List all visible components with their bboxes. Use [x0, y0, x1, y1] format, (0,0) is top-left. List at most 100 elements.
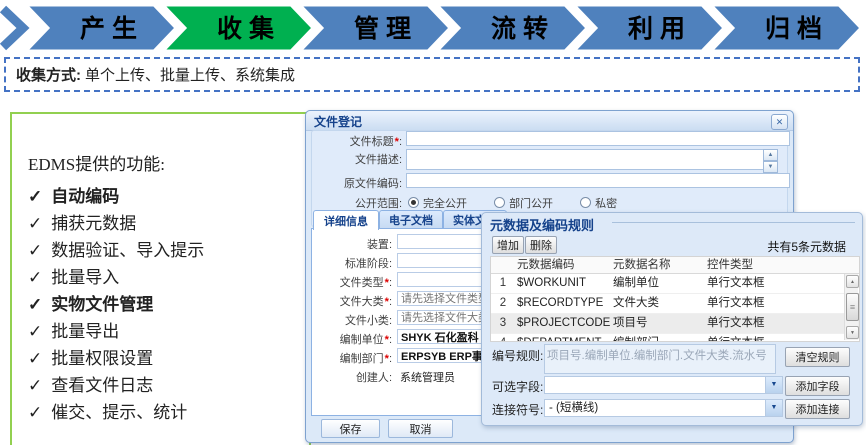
metadata-table: 元数据编码 元数据名称 控件类型 1 $WORKUNIT 编制单位 单行文本框 … [490, 256, 860, 342]
metadata-table-header: 元数据编码 元数据名称 控件类型 [491, 257, 859, 274]
connector-select[interactable]: - (短横线) ▼ [544, 399, 783, 417]
flow-step-label: 流转 [491, 14, 555, 43]
feature-item: ✓批量权限设置 [28, 345, 309, 372]
feature-item: ✓实物文件管理 [28, 291, 309, 318]
check-icon: ✓ [28, 187, 42, 206]
radio-department[interactable] [494, 197, 505, 208]
chevron-fragment-icon [3, 9, 23, 47]
dropdown-icon: ▼ [765, 400, 782, 416]
flow-step-collect: 收集 [163, 5, 313, 51]
screenshot-root: 产生 收集 管理 流转 利用 归档 收集方式: 单个上传、批量上传、系统集成 E… [0, 0, 866, 445]
down-arrow-icon: ▼ [768, 164, 774, 170]
up-arrow-icon: ▲ [768, 152, 774, 158]
feature-item: ✓查看文件日志 [28, 372, 309, 399]
close-icon: ✕ [776, 118, 784, 127]
dialog-title: 文件登记 [314, 115, 362, 129]
file-description-textarea[interactable] [406, 149, 764, 170]
collection-method-text: 单个上传、批量上传、系统集成 [85, 64, 295, 85]
numbering-rule-textarea[interactable] [544, 344, 776, 374]
scrollbar-down-button[interactable]: ▼ [846, 326, 859, 339]
check-icon: ✓ [28, 295, 42, 314]
feature-item: ✓催交、提示、统计 [28, 399, 309, 426]
down-arrow-icon: ▼ [850, 330, 855, 336]
file-title-input[interactable] [406, 131, 790, 146]
metadata-row[interactable]: 2 $RECORDTYPE 文件大类 单行文本框 [491, 294, 859, 314]
scroll-up-button[interactable]: ▲ [763, 149, 778, 161]
flow-step-use: 利用 [574, 5, 724, 51]
file-description-label: 文件描述 [312, 151, 402, 167]
collection-method-label: 收集方式: [16, 64, 81, 85]
metadata-count: 共有5条元数据 [767, 238, 846, 255]
original-code-label: 原文件编码 [312, 175, 402, 191]
radio-private-label: 私密 [595, 198, 617, 210]
metadata-row[interactable]: 3 $PROJECTCODE 项目号 单行文本框 [491, 314, 859, 334]
scope-label: 公开范围 [312, 195, 402, 211]
required-asterisk: * [385, 277, 389, 289]
cancel-button[interactable]: 取消 [388, 419, 453, 438]
scroll-down-button[interactable]: ▼ [763, 161, 778, 173]
required-asterisk: * [385, 334, 389, 346]
close-button[interactable]: ✕ [771, 114, 788, 130]
scrollbar-thumb[interactable]: ≡ [846, 293, 859, 321]
flow-step-flow: 流转 [437, 5, 587, 51]
add-connector-button[interactable]: 添加连接 [785, 399, 850, 419]
feature-item: ✓数据验证、导入提示 [28, 237, 309, 264]
feature-item: ✓批量导出 [28, 318, 309, 345]
radio-public[interactable] [408, 197, 419, 208]
features-title: EDMS提供的功能: [28, 150, 309, 175]
optional-field-select[interactable]: ▼ [544, 376, 783, 394]
feature-item: ✓批量导入 [28, 264, 309, 291]
table-scrollbar[interactable]: ▲ ≡ ▼ [844, 274, 858, 340]
flow-step-archive: 归档 [711, 5, 861, 51]
radio-private[interactable] [580, 197, 591, 208]
flow-step-label: 收集 [217, 14, 281, 43]
flow-step-label: 管理 [354, 14, 418, 43]
flow-step-produce: 产生 [26, 5, 176, 51]
original-code-input[interactable] [406, 173, 790, 188]
feature-item: ✓自动编码 [28, 183, 309, 210]
metadata-row[interactable]: 4 $DEPARTMENT 编制部门 单行文本框 [491, 334, 859, 342]
flow-step-label: 归档 [765, 15, 829, 43]
creator-value: 系统管理员 [400, 369, 455, 385]
process-flow: 产生 收集 管理 流转 利用 归档 [0, 2, 866, 56]
panel-title: 元数据及编码规则 [490, 215, 594, 234]
flow-step-label: 利用 [628, 15, 692, 43]
grip-icon: ≡ [850, 302, 855, 312]
collection-method-banner: 收集方式: 单个上传、批量上传、系统集成 [4, 57, 860, 92]
tab-electronic-doc[interactable]: 电子文档 [379, 210, 443, 229]
required-asterisk: * [385, 353, 389, 365]
optional-field-label: 可选字段 [492, 378, 543, 395]
add-field-button[interactable]: 添加字段 [785, 376, 850, 396]
save-button[interactable]: 保存 [321, 419, 380, 438]
required-asterisk: * [395, 136, 399, 148]
numbering-rule-label: 编号规则 [492, 347, 543, 364]
metadata-row[interactable]: 1 $WORKUNIT 编制单位 单行文本框 [491, 274, 859, 294]
clear-rule-button[interactable]: 清空规则 [785, 347, 850, 367]
metadata-rules-panel: 元数据及编码规则 增加 删除 共有5条元数据 元数据编码 元数据名称 控件类型 … [481, 212, 863, 426]
scrollbar-up-button[interactable]: ▲ [846, 275, 859, 288]
up-arrow-icon: ▲ [850, 279, 855, 285]
dialog-titlebar[interactable]: 文件登记 [306, 111, 793, 131]
flow-step-manage: 管理 [300, 5, 450, 51]
feature-item: ✓捕获元数据 [28, 210, 309, 237]
required-asterisk: * [385, 296, 389, 308]
file-title-label: 文件标题* [312, 133, 402, 149]
features-list: ✓自动编码 ✓捕获元数据 ✓数据验证、导入提示 ✓批量导入 ✓实物文件管理 ✓批… [28, 183, 309, 426]
check-icon: ✓ [28, 403, 42, 422]
check-icon: ✓ [28, 214, 42, 233]
panel-title-divider [612, 222, 855, 223]
dropdown-icon: ▼ [765, 377, 782, 393]
radio-public-label: 完全公开 [423, 198, 467, 210]
check-icon: ✓ [28, 349, 42, 368]
connector-label: 连接符号 [492, 401, 543, 418]
radio-department-label: 部门公开 [509, 198, 553, 210]
check-icon: ✓ [28, 322, 42, 341]
delete-metadata-button[interactable]: 删除 [525, 236, 557, 254]
check-icon: ✓ [28, 376, 42, 395]
features-box: EDMS提供的功能: ✓自动编码 ✓捕获元数据 ✓数据验证、导入提示 ✓批量导入… [10, 112, 311, 445]
check-icon: ✓ [28, 268, 42, 287]
check-icon: ✓ [28, 241, 42, 260]
add-metadata-button[interactable]: 增加 [492, 236, 524, 254]
tab-detail-info[interactable]: 详细信息 [313, 210, 379, 230]
flow-step-label: 产生 [80, 15, 144, 43]
